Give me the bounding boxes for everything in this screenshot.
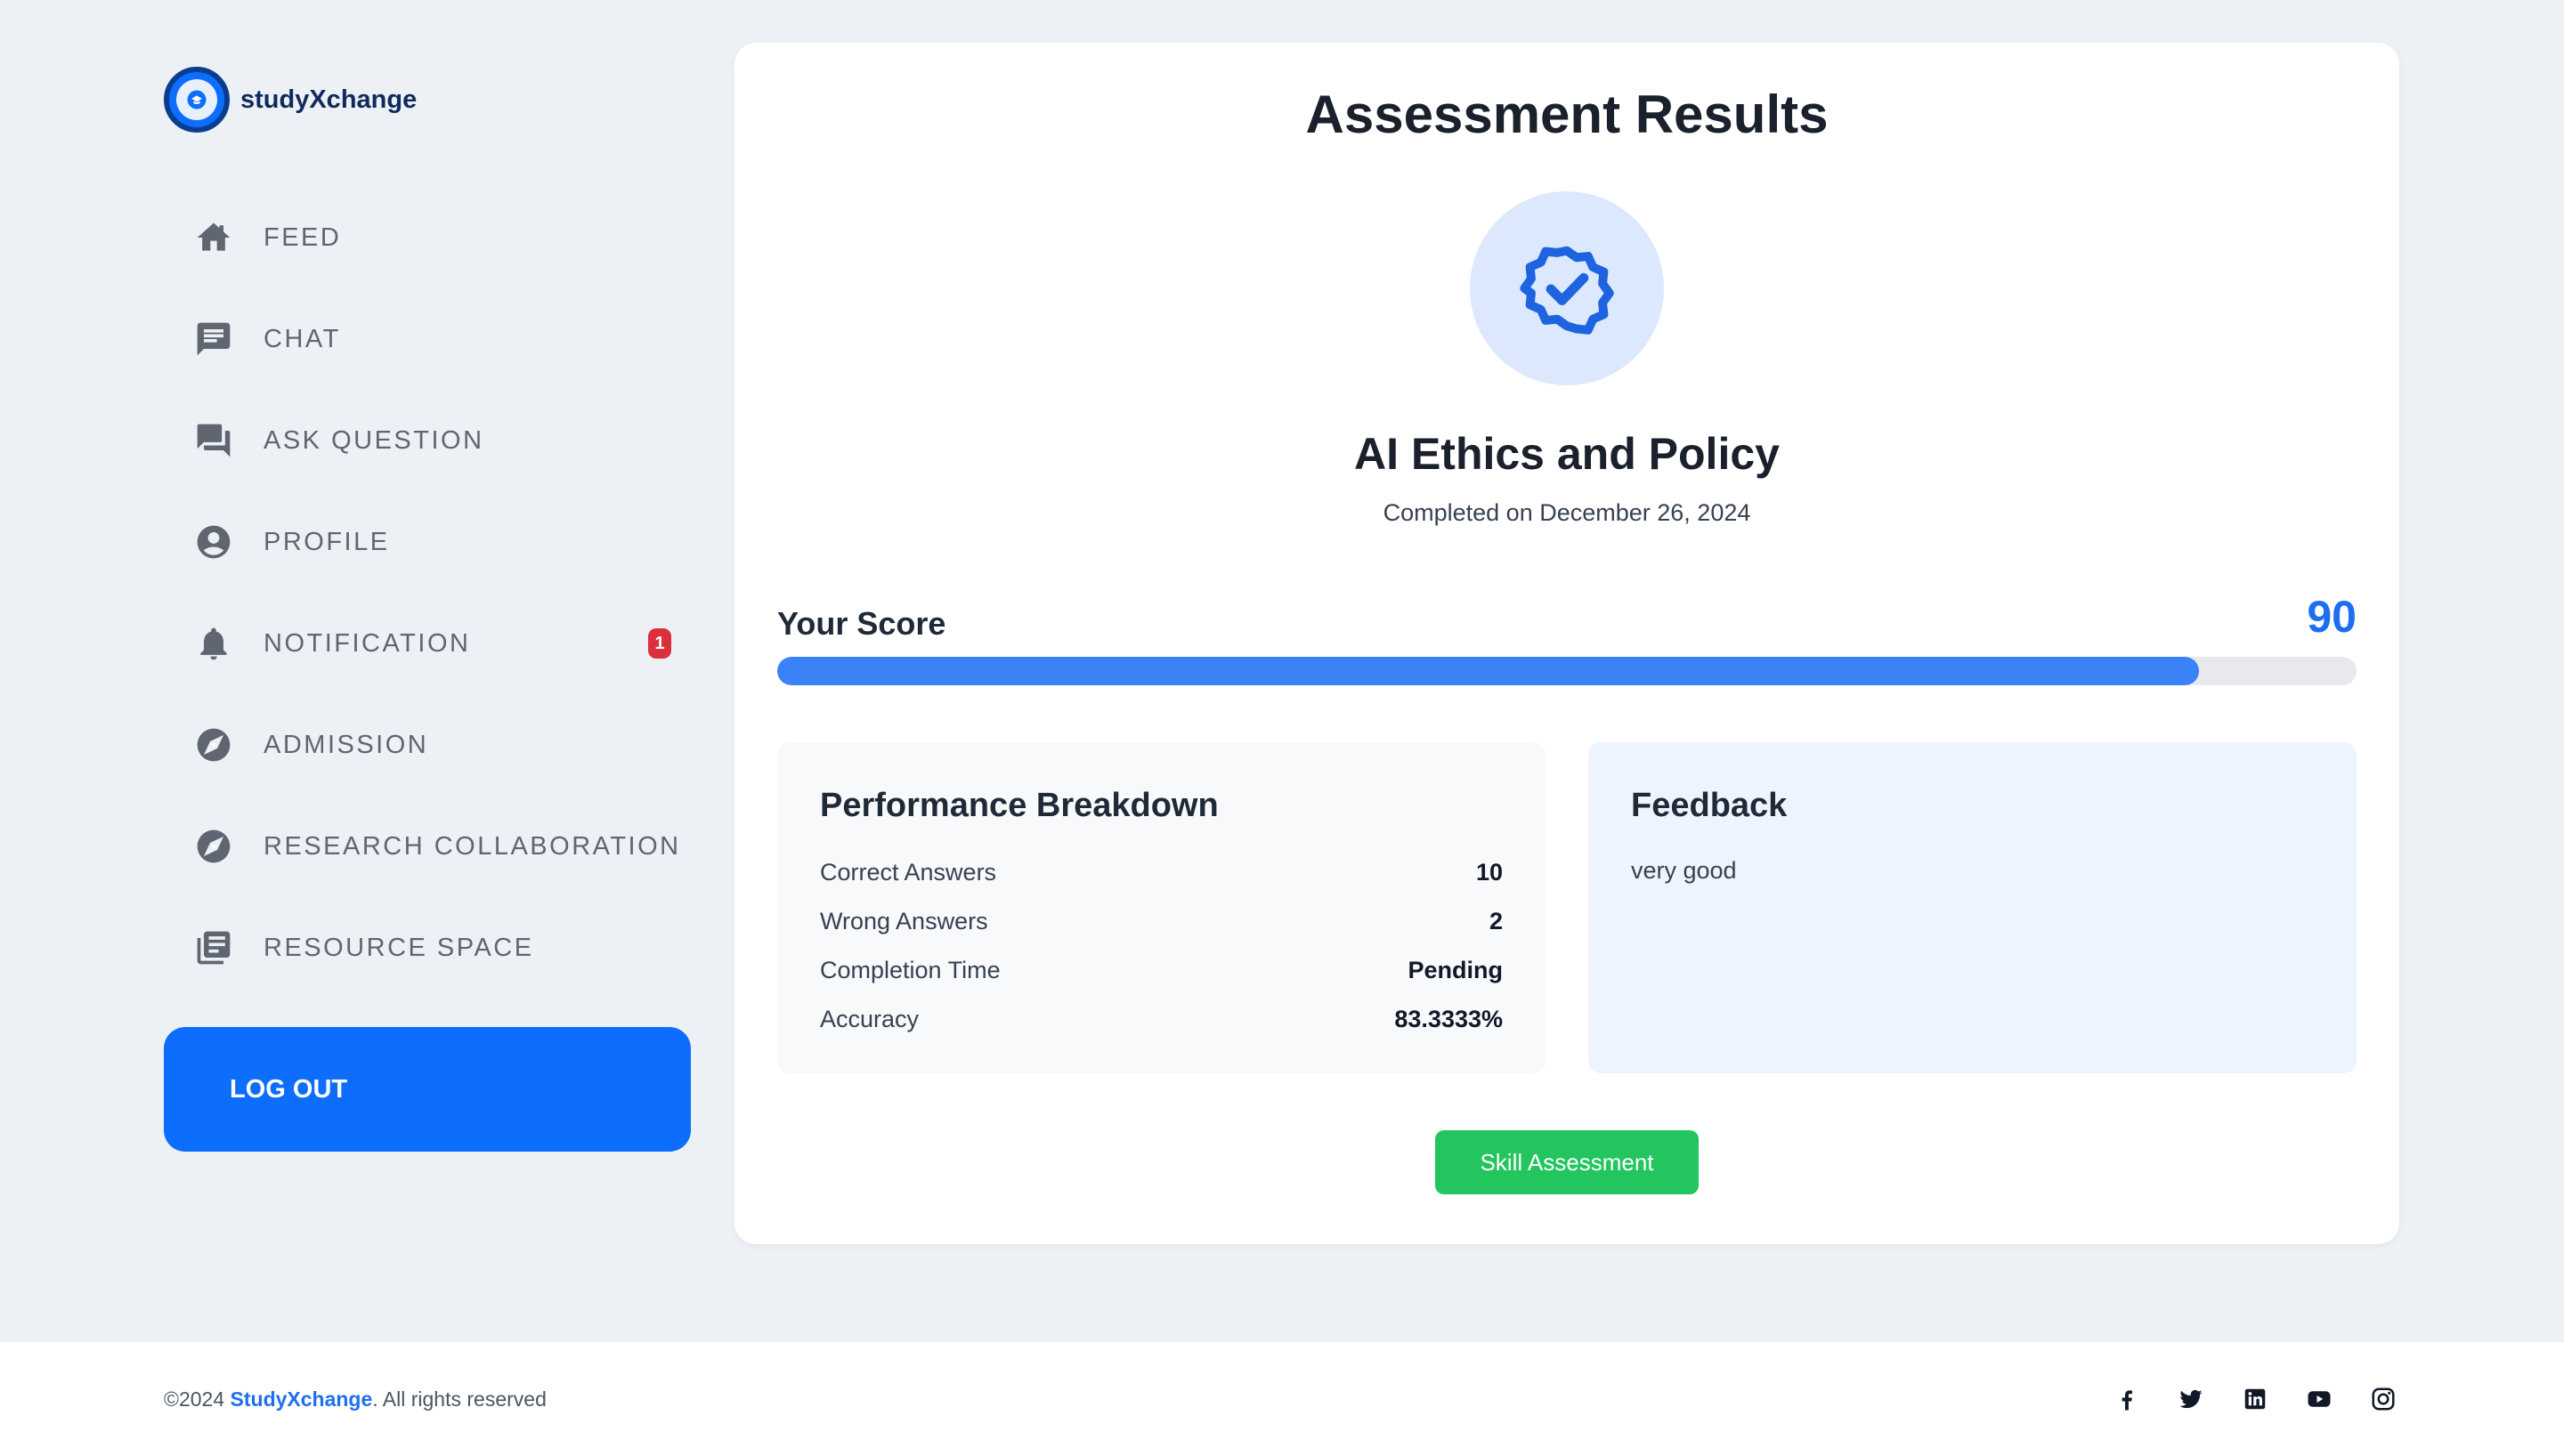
score-progress-fill — [777, 657, 2199, 685]
stat-label: Completion Time — [820, 957, 1001, 983]
result-badge — [1470, 191, 1664, 385]
forum-icon — [194, 421, 233, 460]
sidebar-item-label: RESEARCH COLLABORATION — [264, 831, 681, 861]
assessment-name: AI Ethics and Policy — [1354, 429, 1780, 479]
chat-icon — [194, 320, 233, 359]
stat-row-correct-answers: Correct Answers 10 — [820, 848, 1503, 897]
notification-count-badge: 1 — [648, 628, 671, 659]
instagram-icon[interactable] — [2370, 1386, 2397, 1412]
feedback-title: Feedback — [1631, 787, 1788, 824]
stat-row-wrong-answers: Wrong Answers 2 — [820, 897, 1503, 946]
sidebar-item-label: RESOURCE SPACE — [264, 933, 534, 962]
stat-value: 10 — [1475, 859, 1503, 886]
verified-badge-icon — [1520, 246, 1614, 335]
feedback-panel: Feedback very good — [1588, 742, 2357, 1073]
score-section: Your Score 90 — [777, 591, 2357, 685]
copyright-prefix: ©2024 — [164, 1387, 231, 1411]
home-icon — [194, 218, 233, 257]
stat-label: Correct Answers — [820, 859, 997, 886]
user-icon — [194, 522, 233, 562]
logout-button[interactable]: LOG OUT — [164, 1027, 691, 1152]
sidebar-item-notification[interactable]: NOTIFICATION 1 — [164, 593, 691, 694]
youtube-icon[interactable] — [2306, 1386, 2333, 1412]
sidebar-item-admission[interactable]: ADMISSION — [164, 694, 691, 796]
sidebar: studyXchange FEED CHAT ASK QUESTION PROF… — [164, 66, 691, 1152]
completed-date: Completed on December 26, 2024 — [1383, 499, 1751, 526]
sidebar-item-label: ASK QUESTION — [264, 425, 484, 455]
sidebar-item-label: ADMISSION — [264, 730, 429, 759]
library-icon — [194, 928, 233, 967]
score-value: 90 — [2307, 592, 2357, 642]
sidebar-item-label: NOTIFICATION — [264, 628, 471, 658]
copyright-brand-link[interactable]: StudyXchange — [231, 1387, 373, 1411]
score-progress-bar — [777, 657, 2357, 685]
stat-value: Pending — [1408, 957, 1504, 983]
stat-value: 83.3333% — [1394, 1006, 1503, 1032]
brand[interactable]: studyXchange — [164, 66, 691, 133]
social-links — [2114, 1386, 2397, 1412]
stat-row-accuracy: Accuracy 83.3333% — [820, 995, 1503, 1044]
footer: ©2024 StudyXchange. All rights reserved — [0, 1342, 2564, 1456]
sidebar-item-profile[interactable]: PROFILE — [164, 491, 691, 593]
stat-label: Accuracy — [820, 1006, 920, 1032]
score-label: Your Score — [777, 605, 946, 642]
sidebar-item-resource-space[interactable]: RESOURCE SPACE — [164, 897, 691, 999]
page-title: Assessment Results — [1305, 85, 1829, 144]
sidebar-nav: FEED CHAT ASK QUESTION PROFILE NOTIFICAT… — [164, 187, 691, 999]
brand-logo-icon — [164, 67, 230, 133]
stat-label: Wrong Answers — [820, 908, 988, 934]
compass-icon — [194, 827, 233, 866]
stat-value: 2 — [1489, 908, 1503, 934]
bell-icon — [194, 624, 233, 663]
twitter-icon[interactable] — [2178, 1386, 2204, 1412]
sidebar-item-label: PROFILE — [264, 527, 390, 556]
feedback-text: very good — [1631, 857, 1737, 884]
result-panels: Performance Breakdown Correct Answers 10… — [777, 742, 2357, 1073]
sidebar-item-label: FEED — [264, 222, 342, 252]
sidebar-item-research-collaboration[interactable]: RESEARCH COLLABORATION — [164, 796, 691, 897]
sidebar-item-label: CHAT — [264, 324, 341, 353]
skill-assessment-button[interactable]: Skill Assessment — [1435, 1130, 1699, 1194]
linkedin-icon[interactable] — [2242, 1386, 2268, 1412]
sidebar-item-ask-question[interactable]: ASK QUESTION — [164, 390, 691, 491]
performance-breakdown-panel: Performance Breakdown Correct Answers 10… — [777, 742, 1546, 1073]
facebook-icon[interactable] — [2114, 1386, 2140, 1412]
copyright-suffix: . All rights reserved — [372, 1387, 547, 1411]
brand-name: studyXchange — [240, 85, 418, 114]
stat-row-completion-time: Completion Time Pending — [820, 946, 1503, 995]
compass-icon — [194, 725, 233, 764]
sidebar-item-feed[interactable]: FEED — [164, 187, 691, 288]
sidebar-item-chat[interactable]: CHAT — [164, 288, 691, 390]
assessment-results-card: Assessment Results AI Ethics and Policy … — [734, 43, 2399, 1244]
copyright: ©2024 StudyXchange. All rights reserved — [164, 1387, 547, 1412]
performance-title: Performance Breakdown — [820, 787, 1219, 824]
